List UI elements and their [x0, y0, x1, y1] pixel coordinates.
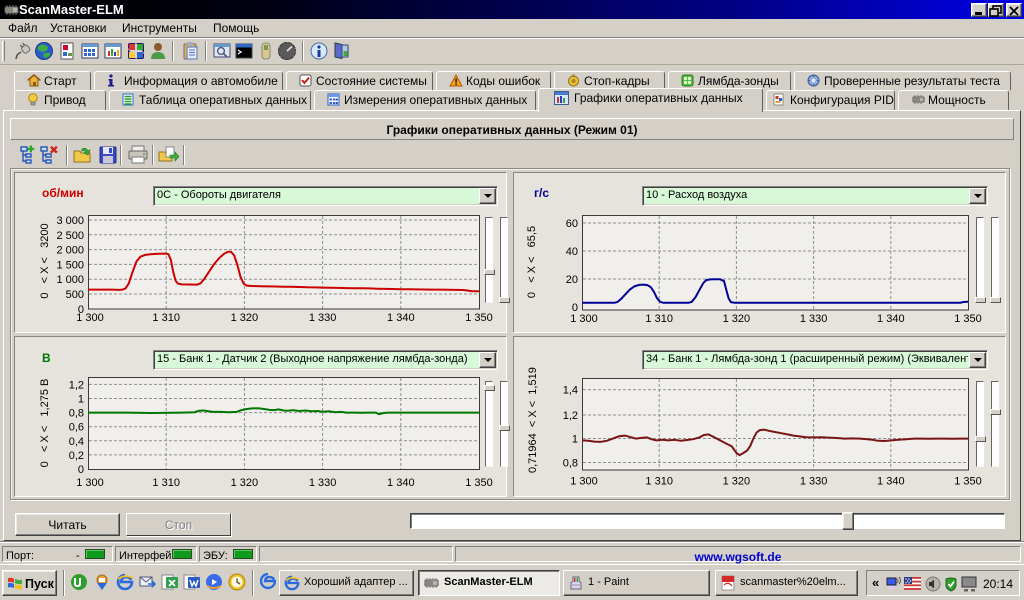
svg-text:1 320: 1 320 [723, 476, 751, 488]
svg-text:1 340: 1 340 [877, 476, 905, 488]
svg-text:1 340: 1 340 [387, 312, 415, 324]
svg-text:60: 60 [566, 218, 578, 230]
svg-text:1 320: 1 320 [231, 477, 259, 489]
svg-text:1 350: 1 350 [465, 312, 493, 324]
svg-text:0: 0 [78, 464, 84, 476]
svg-text:1 330: 1 330 [800, 313, 828, 325]
svg-text:1 340: 1 340 [387, 477, 415, 489]
svg-text:1 300: 1 300 [570, 313, 598, 325]
svg-text:1,2: 1,2 [563, 410, 578, 422]
svg-text:1 330: 1 330 [309, 477, 337, 489]
svg-text:1 350: 1 350 [954, 476, 982, 488]
svg-text:0,8: 0,8 [563, 458, 578, 470]
svg-text:1 300: 1 300 [76, 477, 104, 489]
svg-text:3 000: 3 000 [56, 215, 84, 227]
svg-text:1 000: 1 000 [56, 274, 84, 286]
svg-text:20: 20 [566, 274, 578, 286]
svg-text:1 310: 1 310 [152, 477, 180, 489]
svg-text:1 300: 1 300 [76, 312, 104, 324]
svg-text:1 320: 1 320 [231, 312, 259, 324]
svg-text:1 350: 1 350 [954, 313, 982, 325]
svg-text:2 500: 2 500 [56, 230, 84, 242]
svg-text:1 350: 1 350 [465, 477, 493, 489]
svg-text:1 340: 1 340 [877, 313, 905, 325]
svg-text:40: 40 [566, 246, 578, 258]
svg-text:0,4: 0,4 [69, 436, 84, 448]
svg-text:0,8: 0,8 [69, 408, 84, 420]
svg-text:1: 1 [78, 394, 84, 406]
svg-text:0,6: 0,6 [69, 422, 84, 434]
svg-text:1 500: 1 500 [56, 259, 84, 271]
svg-text:1 320: 1 320 [723, 313, 751, 325]
svg-text:2 000: 2 000 [56, 245, 84, 257]
svg-text:1 330: 1 330 [309, 312, 337, 324]
svg-text:0,2: 0,2 [69, 450, 84, 462]
svg-text:1 330: 1 330 [800, 476, 828, 488]
svg-text:1 310: 1 310 [645, 313, 673, 325]
svg-text:1 310: 1 310 [645, 476, 673, 488]
svg-text:1: 1 [572, 434, 578, 446]
svg-text:1 310: 1 310 [152, 312, 180, 324]
svg-text:1,4: 1,4 [563, 385, 578, 397]
svg-text:1 300: 1 300 [570, 476, 598, 488]
svg-text:1,2: 1,2 [69, 379, 84, 391]
svg-text:500: 500 [66, 289, 84, 301]
